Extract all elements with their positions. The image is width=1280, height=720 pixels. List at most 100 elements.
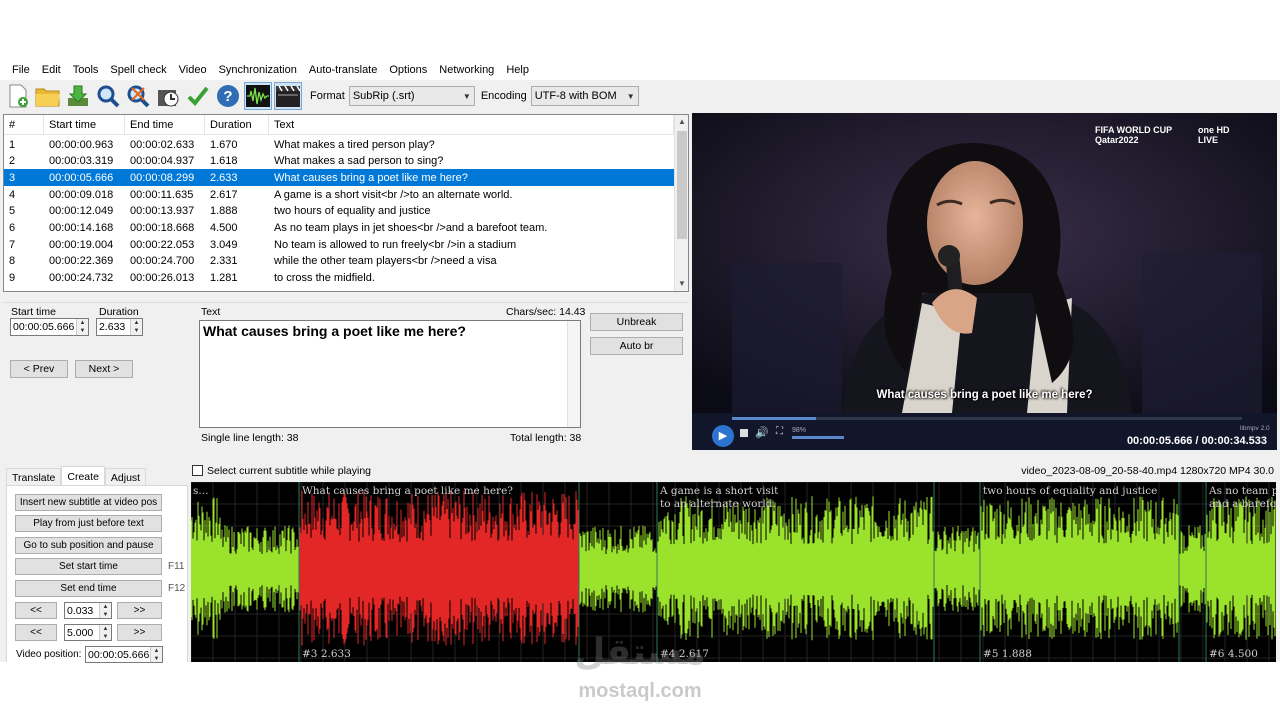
column-text[interactable]: Text: [269, 115, 674, 135]
column-number[interactable]: #: [4, 115, 44, 135]
chars-per-second: Chars/sec: 14.43: [506, 306, 586, 318]
replace-icon[interactable]: [124, 82, 152, 110]
video-icon[interactable]: [274, 82, 302, 110]
table-row[interactable]: 9 00:00:24.732 00:00:26.013 1.281 to cross t…: [4, 270, 674, 287]
jump-back-button[interactable]: <<: [15, 624, 57, 641]
menu-auto-translate[interactable]: Auto-translate: [303, 60, 383, 80]
step-forward-button[interactable]: >>: [117, 602, 162, 619]
row-start-time: 00:00:09.018: [49, 188, 114, 201]
tab-translate[interactable]: Translate: [6, 468, 62, 486]
row-end-time: 00:00:04.937: [130, 155, 195, 168]
duration-input[interactable]: 2.633 ▲ ▼: [96, 318, 143, 336]
audio-waveform[interactable]: What causes bring a poet like me here? #3…: [191, 482, 1276, 662]
table-row[interactable]: 4 00:00:09.018 00:00:11.635 2.617 A game is …: [4, 186, 674, 203]
visual-sync-icon[interactable]: [154, 82, 182, 110]
tab-create[interactable]: Create: [61, 466, 105, 486]
menu-edit[interactable]: Edit: [36, 60, 67, 80]
find-icon[interactable]: [94, 82, 122, 110]
subtitle-text-editor[interactable]: What causes bring a poet like me here?: [199, 320, 581, 428]
set-end-time-button[interactable]: Set end time: [15, 580, 162, 597]
unbreak-button[interactable]: Unbreak: [590, 313, 683, 331]
step-large-input[interactable]: 5.000 ▲ ▼: [64, 624, 112, 641]
spinner-icon[interactable]: ▲ ▼: [150, 647, 162, 662]
insert-subtitle-button[interactable]: Insert new subtitle at video pos: [15, 494, 162, 511]
text-scrollbar[interactable]: [567, 321, 580, 427]
row-number: 6: [9, 222, 16, 234]
waveform-subtitle-label: and a barefo...: [1209, 498, 1276, 510]
encoding-select[interactable]: UTF-8 with BOM ▼: [530, 86, 639, 106]
menu-tools[interactable]: Tools: [67, 60, 105, 80]
row-start-time: 00:00:19.004: [49, 238, 114, 251]
row-number: 7: [9, 238, 16, 251]
column-end-time[interactable]: End time: [125, 115, 205, 135]
edit-panel: Start time 00:00:05.666 ▲ ▼ Duration 2.63…: [3, 302, 689, 450]
menu-options[interactable]: Options: [383, 60, 433, 80]
help-icon[interactable]: ?: [214, 82, 242, 110]
go-to-sub-button[interactable]: Go to sub position and pause: [15, 537, 162, 554]
toolbar: ? Format SubRip (.srt) ▼ Encoding UTF-8 …: [0, 80, 1280, 112]
open-folder-icon[interactable]: [34, 82, 62, 110]
prev-button[interactable]: < Prev: [10, 360, 68, 378]
row-duration: 1.618: [210, 155, 238, 168]
play-before-text-button[interactable]: Play from just before text: [15, 515, 162, 532]
format-select[interactable]: SubRip (.srt) ▼: [348, 86, 475, 106]
spell-check-icon[interactable]: [184, 82, 212, 110]
table-row[interactable]: 1 00:00:00.963 00:00:02.633 1.670 What makes…: [4, 136, 674, 153]
scroll-down-icon[interactable]: ▼: [675, 277, 688, 291]
start-time-label: Start time: [11, 306, 56, 318]
row-duration: 2.331: [210, 255, 238, 268]
spinner-icon[interactable]: ▲ ▼: [99, 625, 111, 640]
video-file-info: video_2023-08-09_20-58-40.mp4 1280x720 M…: [1021, 465, 1274, 477]
waveform-icon[interactable]: [244, 82, 272, 110]
table-row[interactable]: 2 00:00:03.319 00:00:04.937 1.618 What makes…: [4, 153, 674, 170]
start-time-value: 00:00:05.666: [13, 321, 75, 333]
tab-adjust[interactable]: Adjust: [104, 468, 147, 486]
volume-slider[interactable]: [792, 436, 844, 439]
menu-video[interactable]: Video: [173, 60, 213, 80]
menu-networking[interactable]: Networking: [433, 60, 500, 80]
row-number: 8: [9, 255, 16, 268]
seek-bar[interactable]: [732, 417, 1242, 420]
step-back-button[interactable]: <<: [15, 602, 57, 619]
step-small-input[interactable]: 0.033 ▲ ▼: [64, 602, 112, 619]
next-button[interactable]: Next >: [75, 360, 133, 378]
svg-text:?: ?: [223, 88, 232, 105]
spinner-icon[interactable]: ▲ ▼: [99, 603, 111, 618]
set-start-time-button[interactable]: Set start time: [15, 558, 162, 575]
download-icon[interactable]: [64, 82, 92, 110]
duration-value: 2.633: [99, 321, 126, 333]
row-number: 2: [9, 155, 16, 168]
menu-file[interactable]: File: [6, 60, 36, 80]
menu-spell-check[interactable]: Spell check: [104, 60, 172, 80]
grid-header: # Start time End time Duration Text: [4, 115, 674, 135]
subtitle-text-value: What causes bring a poet like me here?: [203, 323, 466, 339]
waveform-subtitle-label: s...: [193, 485, 208, 497]
row-duration: 2.633: [210, 171, 238, 184]
new-file-icon[interactable]: [4, 82, 32, 110]
video-player[interactable]: FIFA WORLD CUP Qatar2022 one HD LIVE Wha…: [692, 113, 1277, 450]
fullscreen-icon[interactable]: ⛶: [776, 426, 783, 437]
scroll-thumb[interactable]: [677, 131, 687, 239]
volume-icon[interactable]: 🔊: [755, 426, 769, 439]
menu-help[interactable]: Help: [500, 60, 535, 80]
column-start-time[interactable]: Start time: [44, 115, 125, 135]
menu-synchronization[interactable]: Synchronization: [213, 60, 303, 80]
scroll-up-icon[interactable]: ▲: [675, 115, 688, 129]
spinner-icon[interactable]: ▲ ▼: [130, 319, 142, 335]
start-time-input[interactable]: 00:00:05.666 ▲ ▼: [10, 318, 89, 336]
auto-br-button[interactable]: Auto br: [590, 337, 683, 355]
video-position-input[interactable]: 00:00:05.666 ▲ ▼: [85, 646, 163, 663]
select-while-playing-checkbox[interactable]: [192, 465, 203, 476]
jump-forward-button[interactable]: >>: [117, 624, 162, 641]
row-number: 1: [9, 138, 16, 151]
table-row[interactable]: 8 00:00:22.369 00:00:24.700 2.331 while the …: [4, 253, 674, 270]
stop-icon[interactable]: [740, 429, 748, 437]
play-icon[interactable]: ▶: [712, 425, 734, 447]
table-row[interactable]: 7 00:00:19.004 00:00:22.053 3.049 No team is…: [4, 236, 674, 253]
table-row[interactable]: 6 00:00:14.168 00:00:18.668 4.500 As no team…: [4, 220, 674, 237]
table-row[interactable]: 5 00:00:12.049 00:00:13.937 1.888 two hours …: [4, 203, 674, 220]
grid-scrollbar[interactable]: ▲ ▼: [674, 115, 688, 291]
column-duration[interactable]: Duration: [205, 115, 269, 135]
table-row[interactable]: 3 00:00:05.666 00:00:08.299 2.633 What cause…: [4, 169, 674, 187]
spinner-icon[interactable]: ▲ ▼: [76, 319, 88, 335]
